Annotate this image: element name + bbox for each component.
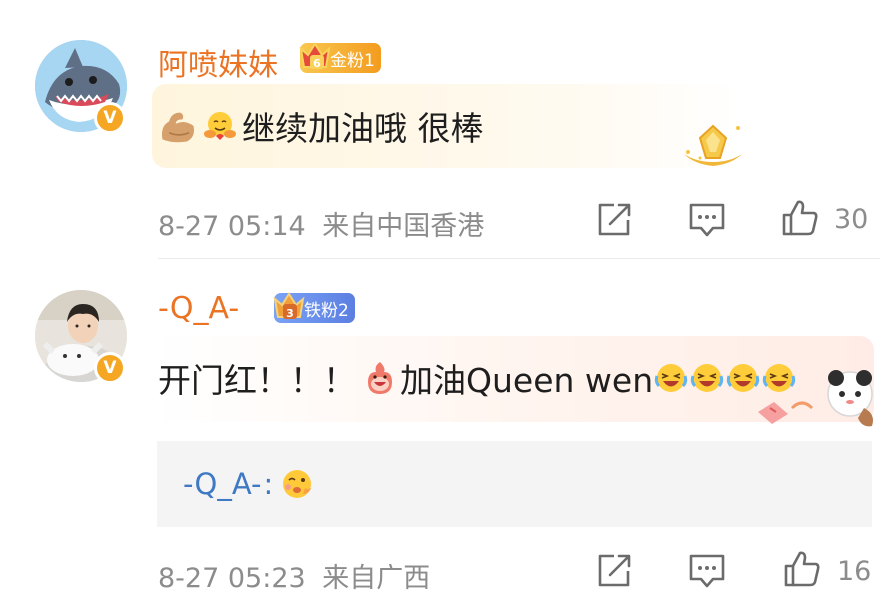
laughing-emoji <box>654 364 688 392</box>
share-icon[interactable] <box>594 200 634 240</box>
flexed-biceps-emoji <box>162 112 194 143</box>
username[interactable]: -Q_A- <box>158 291 239 326</box>
reply-separator: : <box>263 467 274 501</box>
comment-body: 继续加油哦 很棒 <box>242 109 484 148</box>
reply-author[interactable]: -Q_A- <box>183 467 262 501</box>
laughing-emoji <box>690 364 724 392</box>
like-count: 30 <box>834 204 869 235</box>
comment-text: 继续加油哦 很棒 <box>158 102 484 150</box>
timestamp: 8-27 05:23 <box>158 563 306 594</box>
thumbs-up-icon[interactable] <box>780 198 820 238</box>
location: 来自广西 <box>322 563 431 594</box>
crown-icon: 6 <box>299 42 331 70</box>
location: 来自中国香港 <box>322 211 485 242</box>
laughing-emoji <box>726 364 760 392</box>
verified-badge-icon: V <box>94 352 126 384</box>
fan-badge-label: 金粉1 <box>330 50 375 71</box>
gem-medal-icon <box>684 124 742 166</box>
fan-badge[interactable]: 6 金粉1 <box>299 42 381 73</box>
fire-mascot-emoji <box>368 362 392 394</box>
divider <box>158 258 880 259</box>
crown-icon: 3 <box>273 292 305 320</box>
comment-icon[interactable] <box>687 551 727 591</box>
reply-preview[interactable]: -Q_A- : <box>183 466 315 502</box>
hugging-emoji <box>204 112 236 140</box>
cute-face-emoji <box>283 470 312 498</box>
verified-badge-icon: V <box>94 102 126 134</box>
comment-meta: 8-27 05:14 来自中国香港 <box>158 204 484 243</box>
comment-body: 加油Queen wen <box>400 361 654 400</box>
comment-prefix: 开门红！！！ <box>158 361 356 400</box>
comment-meta: 8-27 05:23 来自广西 <box>158 556 430 595</box>
laughing-emoji <box>762 364 796 392</box>
comment-icon[interactable] <box>687 200 727 240</box>
share-icon[interactable] <box>594 551 634 591</box>
fan-badge-label: 铁粉2 <box>304 300 349 321</box>
fan-badge[interactable]: 3 铁粉2 <box>273 292 355 323</box>
thumbs-up-icon[interactable] <box>782 549 822 589</box>
timestamp: 8-27 05:14 <box>158 211 306 242</box>
svg-text:6: 6 <box>313 57 321 70</box>
like-count: 16 <box>837 556 872 587</box>
comment-text: 开门红！！！ 加油Queen wen <box>158 354 797 402</box>
svg-text:3: 3 <box>286 307 294 320</box>
username[interactable]: 阿喷妹妹 <box>158 40 278 84</box>
